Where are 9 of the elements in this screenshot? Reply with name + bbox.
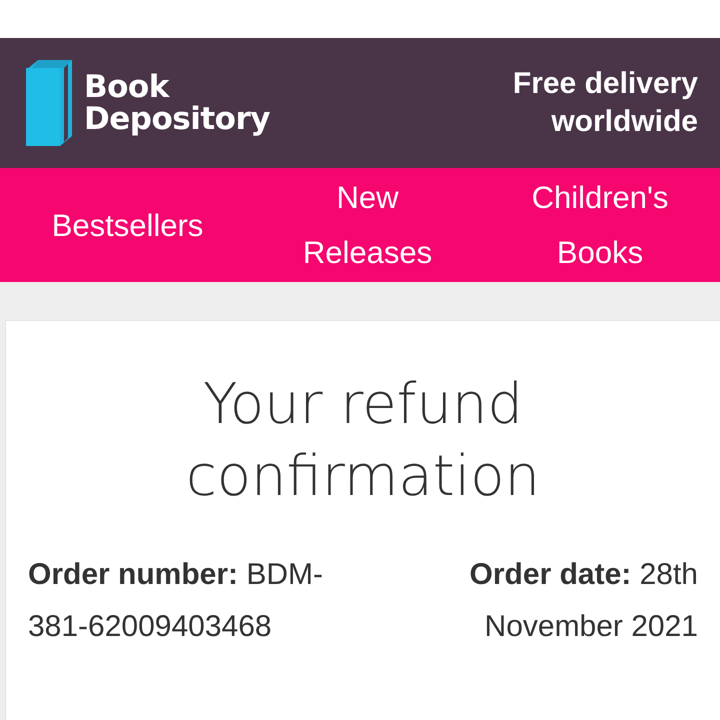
order-date: Order date: 28th November 2021 [468, 557, 698, 645]
nav-link[interactable]: Children's Books [508, 170, 692, 280]
tagline: Free delivery worldwide [512, 66, 698, 140]
logo-text[interactable]: Book Depository [84, 71, 270, 135]
book-icon [24, 58, 74, 148]
order-number: Order number: BDM-381-62009403468 [28, 557, 324, 645]
nav-link[interactable]: Bestsellers [52, 198, 204, 252]
page-title: Your refund confirmation [185, 371, 541, 511]
nav-link[interactable]: New Releases [275, 170, 460, 280]
